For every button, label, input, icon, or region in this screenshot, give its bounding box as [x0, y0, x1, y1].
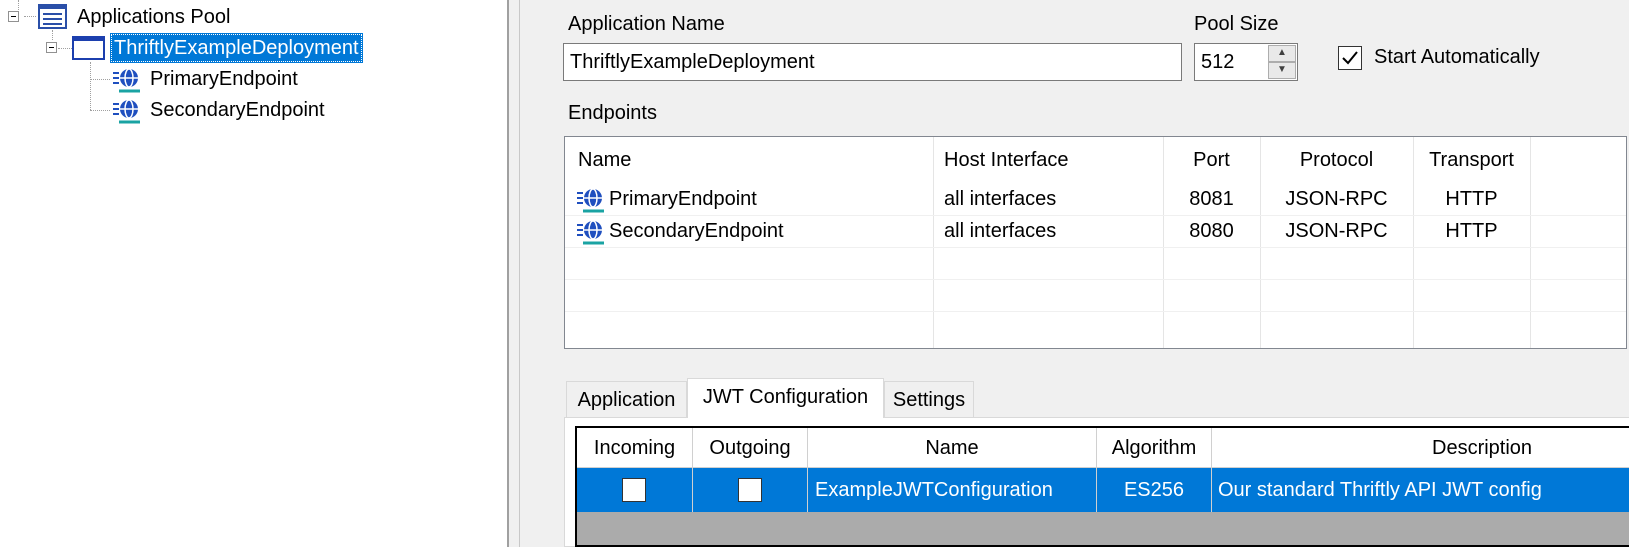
endpoint-transport: HTTP	[1445, 188, 1498, 210]
column-header-host-interface[interactable]: Host Interface	[944, 137, 1069, 183]
endpoint-globe-icon	[113, 68, 140, 93]
row-divider	[565, 311, 1626, 312]
column-header-description[interactable]: Description	[1212, 428, 1629, 468]
spin-up-icon[interactable]: ▲	[1268, 45, 1296, 62]
tab-settings[interactable]: Settings	[884, 381, 974, 417]
jwt-description-cell[interactable]: Our standard Thriftly API JWT config	[1212, 468, 1629, 512]
jwt-algorithm-cell[interactable]: ES256	[1097, 468, 1212, 512]
tab-jwt-configuration[interactable]: JWT Configuration	[687, 378, 884, 418]
column-header-port[interactable]: Port	[1163, 137, 1260, 183]
endpoint-port: 8080	[1189, 220, 1234, 242]
checkmark-icon	[1342, 51, 1358, 65]
endpoint-transport: HTTP	[1445, 220, 1498, 242]
row-divider	[565, 247, 1626, 248]
pool-size-label: Pool Size	[1194, 13, 1279, 35]
row-divider	[565, 279, 1626, 280]
application-name-label: Application Name	[568, 13, 725, 35]
endpoint-globe-icon	[113, 99, 140, 124]
incoming-cell[interactable]	[577, 468, 693, 512]
column-header-transport[interactable]: Transport	[1413, 137, 1530, 183]
outgoing-checkbox[interactable]	[738, 478, 762, 502]
jwt-configuration-grid[interactable]: Incoming Outgoing Name Algorithm Descrip…	[575, 426, 1629, 547]
column-separator	[1530, 137, 1531, 348]
window-icon	[72, 36, 105, 60]
column-header-outgoing[interactable]: Outgoing	[693, 428, 808, 468]
tree-connector	[18, 0, 19, 10]
column-header-name[interactable]: Name	[578, 137, 631, 183]
column-separator	[933, 137, 934, 348]
tab-application[interactable]: Application	[566, 381, 687, 417]
endpoints-label: Endpoints	[568, 102, 657, 124]
list-window-icon	[38, 4, 67, 29]
tree-node-label: ThriftlyExampleDeployment	[110, 33, 363, 63]
endpoint-port: 8081	[1189, 188, 1234, 210]
tree-connector	[24, 16, 36, 17]
tree-node-label: PrimaryEndpoint	[150, 68, 298, 90]
collapse-toggle-icon[interactable]	[8, 11, 19, 22]
spin-buttons: ▲ ▼	[1268, 45, 1296, 79]
tree-node-label: SecondaryEndpoint	[150, 99, 325, 121]
tree-connector	[90, 62, 91, 110]
endpoint-name: SecondaryEndpoint	[609, 220, 784, 242]
tree-connector	[52, 30, 53, 40]
collapse-toggle-icon[interactable]	[46, 42, 57, 53]
tree-connector	[58, 48, 72, 49]
tree-connector	[90, 79, 110, 80]
tree-connector	[90, 110, 110, 111]
jwt-name-cell[interactable]: ExampleJWTConfiguration	[808, 468, 1097, 512]
tree-view[interactable]: Applications Pool ThriftlyExampleDeploym…	[0, 0, 507, 547]
column-header-name[interactable]: Name	[808, 428, 1097, 468]
endpoint-globe-icon	[577, 188, 604, 213]
outgoing-cell[interactable]	[693, 468, 808, 512]
details-panel: Application Name ThriftlyExampleDeployme…	[520, 0, 1629, 547]
pool-size-value: 512	[1201, 51, 1235, 73]
pool-size-stepper[interactable]: 512 ▲ ▼	[1194, 43, 1298, 81]
panel-splitter[interactable]	[507, 0, 520, 547]
endpoints-list[interactable]: Name Host Interface Port Protocol Transp…	[564, 136, 1627, 349]
endpoint-globe-icon	[577, 220, 604, 245]
tree-node-label: Applications Pool	[77, 6, 231, 28]
column-header-incoming[interactable]: Incoming	[577, 428, 693, 468]
application-name-input[interactable]: ThriftlyExampleDeployment	[563, 43, 1182, 81]
endpoint-name: PrimaryEndpoint	[609, 188, 757, 210]
start-automatically-label: Start Automatically	[1374, 46, 1540, 68]
column-header-algorithm[interactable]: Algorithm	[1097, 428, 1212, 468]
spin-down-icon[interactable]: ▼	[1268, 62, 1296, 79]
endpoint-protocol: JSON-RPC	[1285, 220, 1388, 242]
endpoint-protocol: JSON-RPC	[1285, 188, 1388, 210]
start-automatically-checkbox[interactable]	[1338, 46, 1362, 70]
endpoint-host: all interfaces	[944, 220, 1057, 242]
endpoint-host: all interfaces	[944, 188, 1057, 210]
column-header-protocol[interactable]: Protocol	[1260, 137, 1413, 183]
incoming-checkbox[interactable]	[622, 478, 646, 502]
